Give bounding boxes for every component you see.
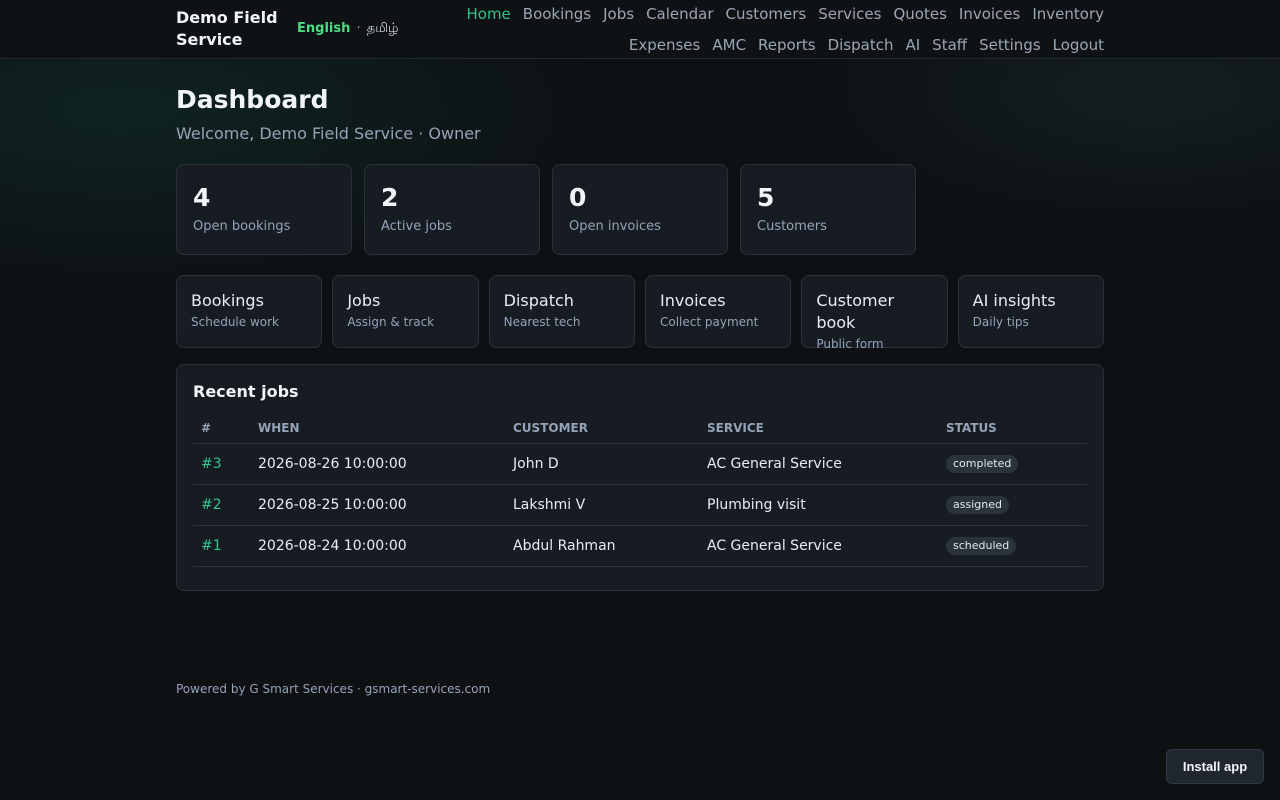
nav-staff[interactable]: Staff: [932, 34, 967, 56]
nav-expenses[interactable]: Expenses: [629, 34, 700, 56]
tile-subtitle: Public form: [816, 337, 884, 351]
tile-jobs[interactable]: Jobs Assign & track: [332, 275, 479, 348]
tile-title: Dispatch: [503, 291, 574, 310]
nav-logout[interactable]: Logout: [1053, 34, 1104, 56]
quick-links: Bookings Schedule work Jobs Assign & tra…: [176, 275, 1104, 351]
col-service: SERVICE: [699, 421, 938, 444]
stat-value: 5: [757, 183, 775, 212]
lang-separator: ·: [356, 21, 361, 36]
nav-amc[interactable]: AMC: [712, 34, 746, 56]
table-row: #2 2026-08-25 10:00:00 Lakshmi V Plumbin…: [193, 484, 1087, 526]
tile-dispatch[interactable]: Dispatch Nearest tech: [488, 275, 635, 348]
welcome-text: Welcome, Demo Field Service · Owner: [176, 124, 481, 143]
tile-title: AI insights: [972, 291, 1056, 310]
col-customer: CUSTOMER: [505, 421, 699, 444]
job-status-cell: assigned: [938, 484, 1087, 526]
tile-title: Jobs: [347, 291, 381, 310]
footer-text[interactable]: Powered by G Smart Services · gsmart-ser…: [176, 682, 490, 696]
status-badge: scheduled: [946, 536, 1017, 555]
job-id-link[interactable]: #1: [193, 525, 250, 567]
nav-settings[interactable]: Settings: [979, 34, 1041, 56]
recent-jobs-table: # WHEN CUSTOMER SERVICE STATUS #3 2026-0…: [193, 421, 1087, 567]
tile-ai-insights[interactable]: AI insights Daily tips: [957, 275, 1104, 348]
status-badge: completed: [946, 454, 1019, 473]
job-when: 2026-08-24 10:00:00: [250, 525, 505, 567]
nav-services[interactable]: Services: [818, 3, 881, 25]
stat-value: 2: [381, 183, 399, 212]
col-status: STATUS: [938, 421, 1087, 444]
stat-customers: 5 Customers: [740, 164, 916, 255]
tile-subtitle: Assign & track: [347, 315, 435, 329]
tile-title: Customer book: [816, 291, 895, 332]
top-bar: Demo Field Service English · தமிழ் Home …: [0, 0, 1280, 59]
nav-dispatch[interactable]: Dispatch: [828, 34, 894, 56]
job-when: 2026-08-25 10:00:00: [250, 484, 505, 526]
stat-value: 4: [193, 183, 211, 212]
job-service: AC General Service: [699, 525, 938, 567]
job-when: 2026-08-26 10:00:00: [250, 443, 505, 485]
nav-customers[interactable]: Customers: [726, 3, 807, 25]
job-status-cell: scheduled: [938, 525, 1087, 567]
lang-english[interactable]: English: [297, 21, 350, 36]
stat-label: Customers: [757, 219, 827, 234]
recent-jobs-title: Recent jobs: [193, 382, 299, 401]
main-nav: Home Bookings Jobs Calendar Customers Se…: [384, 3, 1104, 56]
job-customer: John D: [505, 443, 699, 485]
nav-jobs[interactable]: Jobs: [603, 3, 634, 25]
col-id: #: [193, 421, 250, 444]
table-row: #1 2026-08-24 10:00:00 Abdul Rahman AC G…: [193, 525, 1087, 567]
stat-active-jobs: 2 Active jobs: [364, 164, 540, 255]
tile-subtitle: Nearest tech: [503, 315, 581, 329]
tile-subtitle: Daily tips: [972, 315, 1029, 329]
col-when: WHEN: [250, 421, 505, 444]
job-service: AC General Service: [699, 443, 938, 485]
table-row: #3 2026-08-26 10:00:00 John D AC General…: [193, 443, 1087, 485]
tile-subtitle: Collect payment: [659, 315, 759, 329]
tile-title: Invoices: [659, 291, 726, 310]
nav-inventory[interactable]: Inventory: [1032, 3, 1104, 25]
stat-open-invoices: 0 Open invoices: [552, 164, 728, 255]
stat-label: Open invoices: [569, 219, 661, 234]
nav-quotes[interactable]: Quotes: [893, 3, 946, 25]
tile-customer-book[interactable]: Customer book Public form: [801, 275, 948, 351]
recent-jobs-panel: Recent jobs # WHEN CUSTOMER SERVICE STAT…: [176, 364, 1104, 591]
nav-reports[interactable]: Reports: [758, 34, 816, 56]
stat-label: Open bookings: [193, 219, 291, 234]
brand-name[interactable]: Demo Field Service: [176, 7, 286, 51]
stats-row: 4 Open bookings 2 Active jobs 0 Open inv…: [176, 164, 1104, 255]
table-header-row: # WHEN CUSTOMER SERVICE STATUS: [193, 421, 1087, 444]
status-badge: assigned: [946, 495, 1009, 514]
job-customer: Abdul Rahman: [505, 525, 699, 567]
job-status-cell: completed: [938, 443, 1087, 485]
nav-ai[interactable]: AI: [905, 34, 920, 56]
stat-label: Active jobs: [381, 219, 452, 234]
stat-value: 0: [569, 183, 587, 212]
stat-open-bookings: 4 Open bookings: [176, 164, 352, 255]
tile-title: Bookings: [191, 291, 264, 310]
main-content: Dashboard Welcome, Demo Field Service · …: [176, 83, 1104, 591]
nav-invoices[interactable]: Invoices: [959, 3, 1020, 25]
install-app-button[interactable]: Install app: [1166, 749, 1264, 784]
job-service: Plumbing visit: [699, 484, 938, 526]
nav-calendar[interactable]: Calendar: [646, 3, 713, 25]
tile-invoices[interactable]: Invoices Collect payment: [644, 275, 792, 348]
nav-home[interactable]: Home: [466, 3, 510, 25]
job-id-link[interactable]: #2: [193, 484, 250, 526]
page-title: Dashboard: [176, 85, 329, 114]
job-customer: Lakshmi V: [505, 484, 699, 526]
job-id-link[interactable]: #3: [193, 443, 250, 485]
nav-bookings[interactable]: Bookings: [523, 3, 591, 25]
tile-subtitle: Schedule work: [191, 315, 279, 329]
tile-bookings[interactable]: Bookings Schedule work: [176, 275, 323, 348]
